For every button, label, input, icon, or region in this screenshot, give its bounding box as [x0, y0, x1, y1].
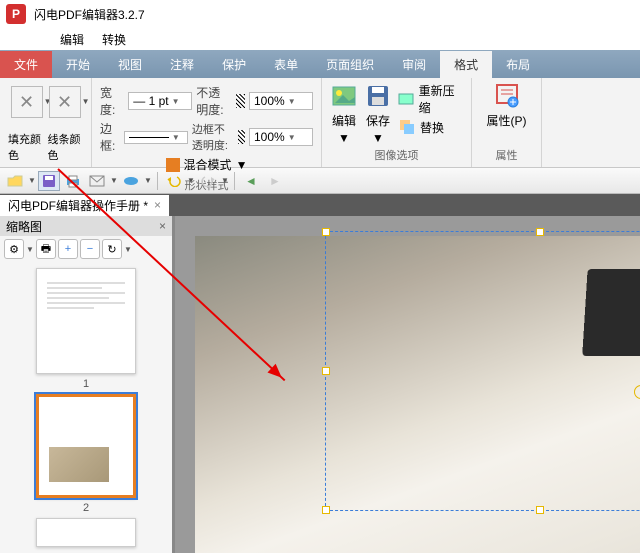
thumbnail-page-1[interactable] [36, 268, 136, 374]
line-color-button[interactable]: ✕▼ [49, 86, 81, 118]
image-group-label: 图像选项 [330, 147, 463, 163]
border-label: 边框: [100, 120, 120, 154]
thumb-1-number: 1 [83, 378, 89, 390]
image-save-button[interactable]: 保存▼ [364, 82, 392, 145]
line-color-label: 线条颜色 [48, 131, 84, 163]
edit-image-icon [330, 82, 358, 110]
opacity-swatch [236, 94, 245, 108]
border-select[interactable]: ▼ [124, 131, 188, 144]
menu-edit[interactable]: 编辑 [60, 31, 84, 48]
qat-mail-button[interactable] [86, 171, 108, 191]
border-opacity-label: 边框不透明度: [192, 121, 234, 153]
qat-scan-button[interactable] [120, 171, 142, 191]
tab-layout[interactable]: 布局 [492, 51, 544, 78]
qat-redo-dd[interactable]: ▼ [221, 176, 229, 185]
thumb-rotate-button[interactable]: ↻ [102, 239, 122, 259]
fill-color-label: 填充颜色 [8, 131, 44, 163]
canvas-area[interactable] [175, 216, 640, 553]
thumb-zoomout-button[interactable]: − [80, 239, 100, 259]
replace-button[interactable]: 替换 [398, 118, 463, 136]
selection-box[interactable] [325, 231, 640, 511]
border-opacity-select[interactable]: 100%▼ [249, 128, 313, 146]
close-panel-icon[interactable]: × [159, 219, 166, 233]
thumb-2-number: 2 [83, 502, 89, 514]
recompress-icon [398, 90, 415, 108]
tab-pageorg[interactable]: 页面组织 [312, 51, 388, 78]
tab-protect[interactable]: 保护 [208, 51, 260, 78]
thumbnail-page-2[interactable] [36, 394, 136, 499]
rotate-handle[interactable] [634, 385, 640, 399]
qat-forward-button[interactable]: ► [264, 171, 286, 191]
opacity-select[interactable]: 100%▼ [249, 92, 313, 110]
replace-icon [398, 118, 416, 136]
blend-dropdown[interactable]: ▼ [236, 158, 248, 172]
thumb-print-button[interactable]: 🖶 [36, 239, 56, 259]
tab-file[interactable]: 文件 [0, 51, 52, 78]
thumbnail-panel-title: 缩略图 [6, 218, 42, 235]
qat-undo-button[interactable] [163, 171, 185, 191]
app-title: 闪电PDF编辑器3.2.7 [34, 6, 145, 23]
resize-handle-bm[interactable] [536, 506, 544, 514]
menu-convert[interactable]: 转换 [102, 31, 126, 48]
qat-scan-dd[interactable]: ▼ [144, 176, 152, 185]
tab-review[interactable]: 审阅 [388, 51, 440, 78]
qat-undo-dd[interactable]: ▼ [187, 176, 195, 185]
qat-back-button[interactable]: ◄ [240, 171, 262, 191]
tab-view[interactable]: 视图 [104, 51, 156, 78]
qat-mail-dd[interactable]: ▼ [110, 176, 118, 185]
qat-save-button[interactable] [38, 171, 60, 191]
width-select[interactable]: — 1 pt▼ [128, 92, 192, 110]
qat-open-dd[interactable]: ▼ [28, 176, 36, 185]
properties-icon [493, 82, 521, 110]
save-image-icon [364, 82, 392, 110]
close-tab-icon[interactable]: × [154, 198, 161, 212]
qat-open-button[interactable] [4, 171, 26, 191]
thumb-zoomin-button[interactable]: + [58, 239, 78, 259]
tab-format[interactable]: 格式 [440, 51, 492, 78]
resize-handle-bl[interactable] [322, 506, 330, 514]
recompress-button[interactable]: 重新压缩 [398, 82, 463, 116]
resize-handle-tm[interactable] [536, 228, 544, 236]
border-opacity-swatch [238, 130, 245, 144]
tab-form[interactable]: 表单 [260, 51, 312, 78]
document-tab-title: 闪电PDF编辑器操作手册 * [8, 197, 148, 214]
properties-button[interactable]: 属性(P) [487, 82, 527, 129]
tab-annotate[interactable]: 注释 [156, 51, 208, 78]
resize-handle-ml[interactable] [322, 367, 330, 375]
props-group-label: 属性 [496, 147, 518, 163]
document-tab[interactable]: 闪电PDF编辑器操作手册 * × [0, 195, 169, 216]
resize-handle-tl[interactable] [322, 228, 330, 236]
thumb-options-button[interactable]: ⚙ [4, 239, 24, 259]
tab-start[interactable]: 开始 [52, 51, 104, 78]
blend-swatch [166, 158, 180, 172]
image-edit-button[interactable]: 编辑▼ [330, 82, 358, 145]
qat-redo-button[interactable] [197, 171, 219, 191]
opacity-label: 不透明度: [196, 84, 232, 118]
fill-color-button[interactable]: ✕▼ [11, 86, 43, 118]
app-logo: P [6, 4, 26, 24]
width-label: 宽度: [100, 84, 124, 118]
